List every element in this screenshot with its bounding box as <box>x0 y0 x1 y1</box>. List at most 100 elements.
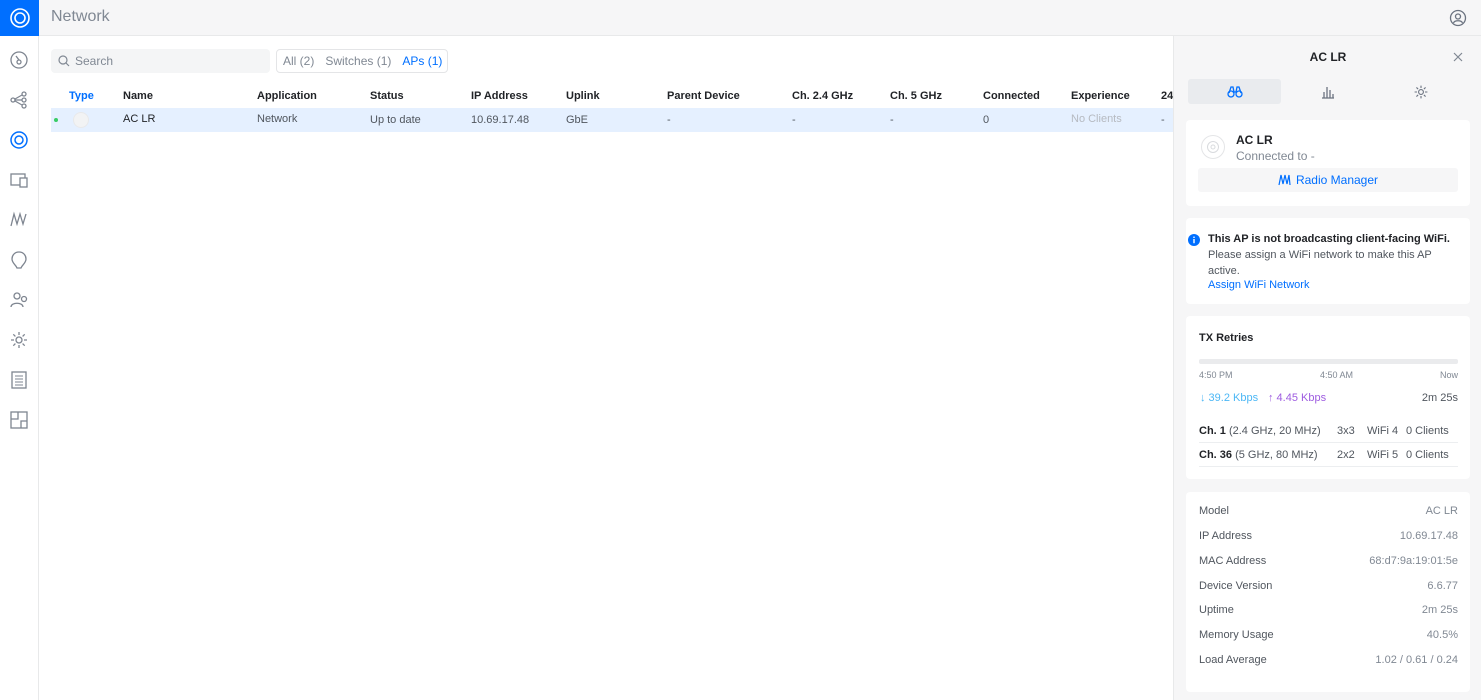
property-key: IP Address <box>1199 530 1252 542</box>
tab-statistics[interactable] <box>1281 79 1374 104</box>
channel-number: Ch. 36 <box>1199 449 1233 461</box>
column-24h[interactable]: 24 <box>1161 90 1173 102</box>
channel-number: Ch. 1 <box>1199 425 1226 437</box>
tab-overview[interactable] <box>1188 79 1281 104</box>
tab-settings[interactable] <box>1374 79 1467 104</box>
column-status[interactable]: Status <box>370 90 404 102</box>
device-thumbnail <box>73 112 89 128</box>
binoculars-icon <box>1226 85 1243 98</box>
search-icon <box>58 55 70 67</box>
cell-application: Network <box>257 113 298 125</box>
radio-manager-button[interactable]: Radio Manager <box>1198 168 1458 192</box>
download-rate: ↓ 39.2 Kbps <box>1200 392 1259 404</box>
settings-icon[interactable] <box>8 329 30 351</box>
tick-mid: 4:50 AM <box>1320 370 1354 380</box>
clients-icon[interactable] <box>8 169 30 191</box>
property-key: Memory Usage <box>1199 629 1274 641</box>
cell-ip: 10.69.17.48 <box>471 114 530 126</box>
channel-label: Ch. 36 (5 GHz, 80 MHz) <box>1199 449 1318 461</box>
property-row: MAC Address 68:d7:9a:19:01:5e <box>1199 552 1458 572</box>
floorplan-icon[interactable] <box>8 409 30 431</box>
cell-parent: - <box>667 114 671 126</box>
property-row: Memory Usage 40.5% <box>1199 626 1458 646</box>
search-input[interactable] <box>75 49 265 73</box>
close-icon[interactable] <box>1453 52 1463 62</box>
online-status-dot <box>54 118 58 122</box>
cell-connected: 0 <box>983 114 990 126</box>
cell-uplink: GbE <box>566 114 589 126</box>
column-name[interactable]: Name <box>123 90 153 102</box>
dashboard-icon[interactable] <box>8 49 30 71</box>
channel-row: Ch. 1 (2.4 GHz, 20 MHz) 3x3 WiFi 4 0 Cli… <box>1199 419 1458 443</box>
column-ch-5[interactable]: Ch. 5 GHz <box>890 90 942 102</box>
info-icon <box>1188 234 1200 246</box>
cell-name: AC LR <box>123 113 156 125</box>
channel-clients: 0 Clients <box>1406 425 1449 437</box>
left-nav <box>0 0 39 700</box>
channel-standard: WiFi 5 <box>1367 449 1399 461</box>
property-key: Uptime <box>1199 604 1234 616</box>
column-ch-24[interactable]: Ch. 2.4 GHz <box>792 90 853 102</box>
column-experience[interactable]: Experience <box>1071 90 1130 102</box>
column-connected[interactable]: Connected <box>983 90 1040 102</box>
panel-tabs <box>1188 79 1468 104</box>
property-value: 68:d7:9a:19:01:5e <box>1369 555 1458 567</box>
filter-switches[interactable]: Switches (1) <box>325 54 391 68</box>
channel-mimo: 3x3 <box>1337 425 1355 437</box>
cell-experience: No Clients <box>1071 113 1122 125</box>
cell-ch5: - <box>890 114 894 126</box>
tick-now: Now <box>1439 370 1458 380</box>
property-key: Load Average <box>1199 654 1267 666</box>
access-point-icon <box>1207 141 1219 153</box>
tx-retries-title: TX Retries <box>1199 332 1254 344</box>
channel-detail: (2.4 GHz, 20 MHz) <box>1225 425 1321 437</box>
column-uplink[interactable]: Uplink <box>566 90 600 102</box>
property-key: Device Version <box>1199 580 1273 592</box>
admins-icon[interactable] <box>8 289 30 311</box>
properties-card: Model AC LR IP Address 10.69.17.48 MAC A… <box>1186 492 1470 692</box>
notice-body: Please assign a WiFi network to make thi… <box>1208 249 1432 277</box>
gear-icon <box>1414 85 1427 98</box>
filter-aps[interactable]: APs (1) <box>402 54 442 68</box>
property-value: AC LR <box>1425 505 1458 517</box>
device-name: AC LR <box>1236 133 1273 147</box>
property-value: 10.69.17.48 <box>1399 530 1458 542</box>
radio-wave-icon <box>1278 174 1291 186</box>
device-detail-panel: AC LR AC LR Connected to - Radio Manager… <box>1173 36 1481 700</box>
logo[interactable] <box>0 0 39 36</box>
tx-retries-timeline <box>1199 359 1458 364</box>
column-type[interactable]: Type <box>69 90 94 102</box>
column-application[interactable]: Application <box>257 90 317 102</box>
channel-detail: (5 GHz, 80 MHz) <box>1232 449 1318 461</box>
device-connection: Connected to - <box>1236 149 1315 163</box>
top-bar: Network <box>39 0 1481 36</box>
devices-icon[interactable] <box>8 129 30 151</box>
upload-rate: ↑ 4.45 Kbps <box>1268 392 1327 404</box>
property-value: 6.6.77 <box>1427 580 1458 592</box>
cell-ch24: - <box>792 114 796 126</box>
property-row: Uptime 2m 25s <box>1199 601 1458 621</box>
rate-duration: 2m 25s <box>1421 392 1458 404</box>
device-card: AC LR Connected to - Radio Manager <box>1186 120 1470 206</box>
filter-all[interactable]: All (2) <box>283 54 314 68</box>
property-key: Model <box>1199 505 1229 517</box>
bar-chart-icon <box>1321 86 1334 99</box>
property-key: MAC Address <box>1199 555 1267 567</box>
statistics-icon[interactable] <box>8 209 30 231</box>
table-row[interactable] <box>51 108 1173 132</box>
cell-24h: - <box>1161 114 1165 126</box>
tick-start: 4:50 PM <box>1199 370 1233 380</box>
channel-clients: 0 Clients <box>1406 449 1449 461</box>
column-ip-address[interactable]: IP Address <box>471 90 528 102</box>
logs-icon[interactable] <box>8 369 30 391</box>
topology-icon[interactable] <box>8 89 30 111</box>
channel-label: Ch. 1 (2.4 GHz, 20 MHz) <box>1199 425 1321 437</box>
column-parent-device[interactable]: Parent Device <box>667 90 740 102</box>
logo-icon <box>9 8 30 28</box>
assign-wifi-link[interactable]: Assign WiFi Network <box>1208 279 1309 291</box>
property-row: IP Address 10.69.17.48 <box>1199 527 1458 547</box>
insights-icon[interactable] <box>8 249 30 271</box>
device-filter: All (2) Switches (1) APs (1) <box>276 49 449 73</box>
user-icon[interactable] <box>1449 9 1467 27</box>
tx-retries-card: TX Retries 4:50 PM 4:50 AM Now ↓ 39.2 Kb… <box>1186 316 1470 479</box>
